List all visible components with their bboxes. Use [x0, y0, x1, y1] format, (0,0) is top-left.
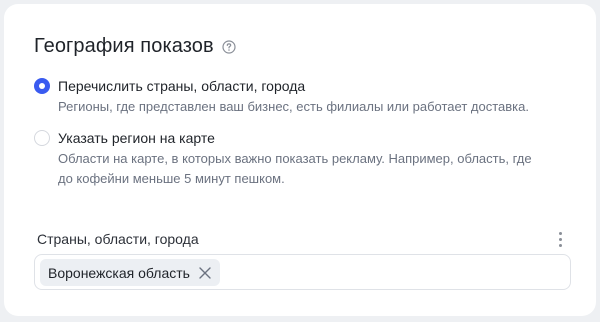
- option-text: Перечислить страны, области, города Реги…: [58, 76, 529, 117]
- option-description-line: до кофейни меньше 5 минут пешком.: [58, 171, 285, 186]
- region-chip: Воронежская область: [40, 259, 220, 286]
- option-label: Перечислить страны, области, города: [58, 78, 306, 94]
- option-map-region[interactable]: Указать регион на карте Области на карте…: [34, 128, 532, 189]
- option-description-line: Области на карте, в которых важно показа…: [58, 151, 532, 166]
- option-description: Области на карте, в которых важно показа…: [58, 149, 532, 189]
- region-chip-label: Воронежская область: [48, 264, 190, 281]
- option-list-regions[interactable]: Перечислить страны, области, города Реги…: [34, 76, 529, 117]
- option-text: Указать регион на карте Области на карте…: [58, 128, 532, 189]
- section-title: География показов: [34, 35, 214, 57]
- radio-map-region[interactable]: [34, 130, 50, 146]
- question-circle-icon[interactable]: [222, 39, 236, 54]
- option-description: Регионы, где представлен ваш бизнес, ест…: [58, 99, 529, 114]
- radio-list-regions[interactable]: [34, 78, 50, 94]
- close-icon[interactable]: [198, 266, 212, 280]
- regions-input[interactable]: Воронежская область: [34, 254, 571, 290]
- option-label: Указать регион на карте: [58, 130, 215, 146]
- geo-settings-card: География показов Перечислить страны, об…: [4, 4, 596, 316]
- more-vertical-icon[interactable]: [553, 230, 567, 248]
- section-header: География показов: [34, 35, 236, 58]
- regions-field-label: Страны, области, города: [37, 231, 199, 247]
